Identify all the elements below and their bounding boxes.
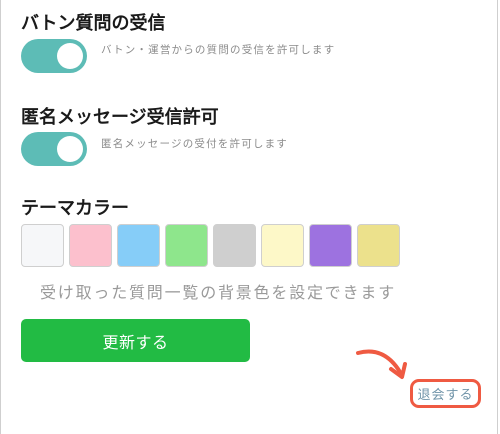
baton-description: バトン・運営からの質問の受信を許可します (101, 44, 336, 56)
withdraw-link[interactable]: 退会する (410, 379, 481, 408)
theme-swatch-4[interactable] (165, 224, 208, 267)
theme-swatch-list (21, 224, 400, 267)
theme-note: 受け取った質問一覧の背景色を設定できます (40, 283, 397, 302)
page-border-right (497, 0, 498, 434)
toggle-knob (57, 43, 83, 69)
baton-section-title: バトン質問の受信 (21, 13, 166, 34)
theme-swatch-5[interactable] (213, 224, 256, 267)
anonymous-toggle[interactable] (21, 132, 87, 166)
theme-swatch-6[interactable] (261, 224, 304, 267)
anonymous-description: 匿名メッセージの受付を許可します (101, 138, 288, 150)
baton-toggle[interactable] (21, 39, 87, 73)
update-button[interactable]: 更新する (21, 319, 250, 362)
theme-swatch-2[interactable] (69, 224, 112, 267)
theme-swatch-3[interactable] (117, 224, 160, 267)
theme-section-title: テーマカラー (21, 198, 129, 219)
theme-swatch-7[interactable] (309, 224, 352, 267)
theme-swatch-1[interactable] (21, 224, 64, 267)
annotation-arrow-icon (356, 349, 407, 379)
anonymous-section-title: 匿名メッセージ受信許可 (21, 107, 219, 128)
toggle-knob (57, 136, 83, 162)
theme-swatch-8[interactable] (357, 224, 400, 267)
page-border-left (0, 0, 1, 434)
